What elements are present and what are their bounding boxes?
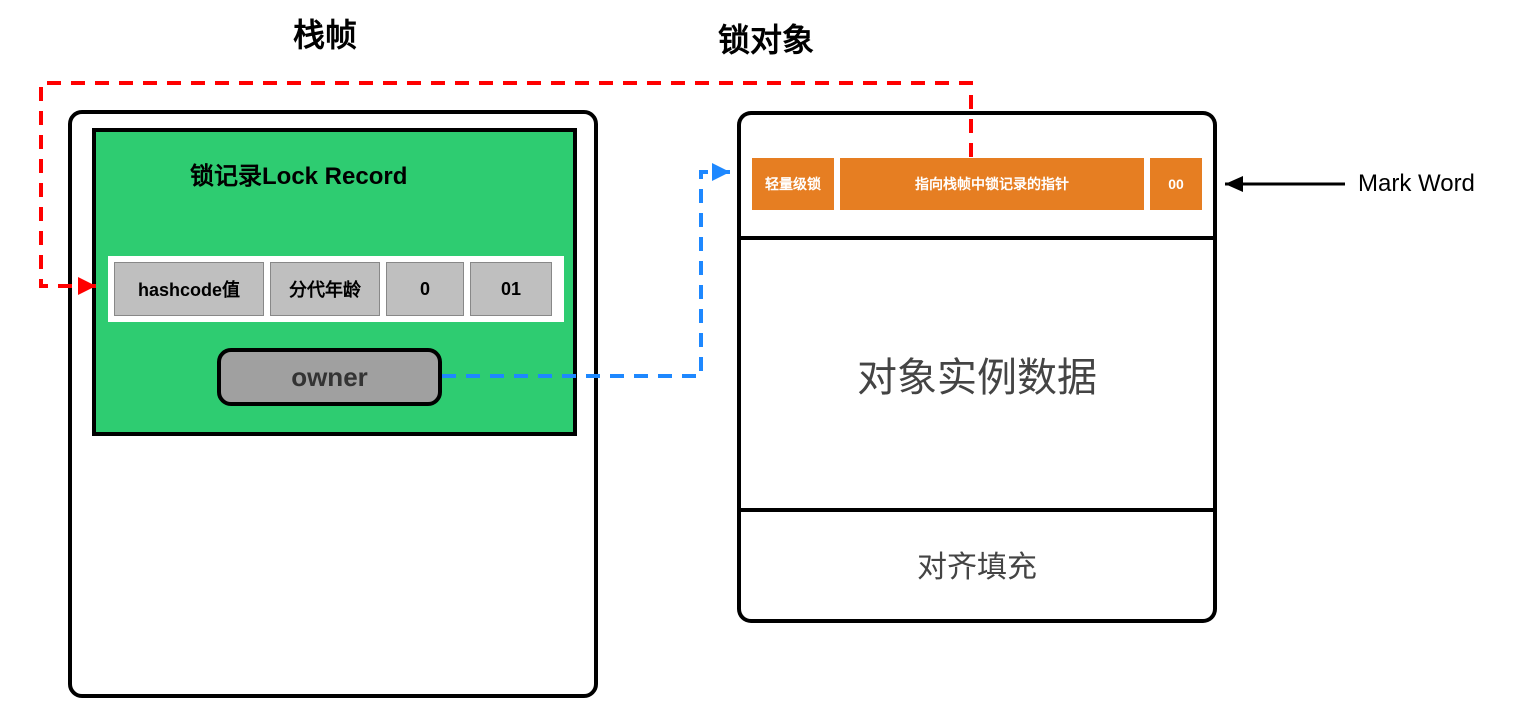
owner-box: owner [217, 348, 442, 406]
lock-record-title: 锁记录Lock Record [190, 156, 407, 191]
mark-word-lock-type-cell: 轻量级锁 [752, 158, 834, 210]
displaced-mark-word-row: hashcode值 分代年龄 0 01 [108, 256, 564, 322]
mark-word-row: 轻量级锁 指向栈帧中锁记录的指针 00 [752, 158, 1202, 210]
mark-word-label: Mark Word [1358, 170, 1475, 198]
mark-word-flag-cell: 00 [1150, 158, 1202, 210]
age-cell: 分代年龄 [270, 262, 380, 316]
mark-word-pointer-cell: 指向栈帧中锁记录的指针 [840, 158, 1144, 210]
object-instance-data-section: 对象实例数据 [737, 236, 1217, 512]
biased-flag-cell: 0 [386, 262, 464, 316]
lock-flag-cell: 01 [470, 262, 552, 316]
object-padding-section: 对齐填充 [737, 508, 1217, 623]
hashcode-cell: hashcode值 [114, 262, 264, 316]
stack-frame-title: 栈帧 [293, 10, 357, 56]
lock-object-title: 锁对象 [718, 15, 814, 61]
